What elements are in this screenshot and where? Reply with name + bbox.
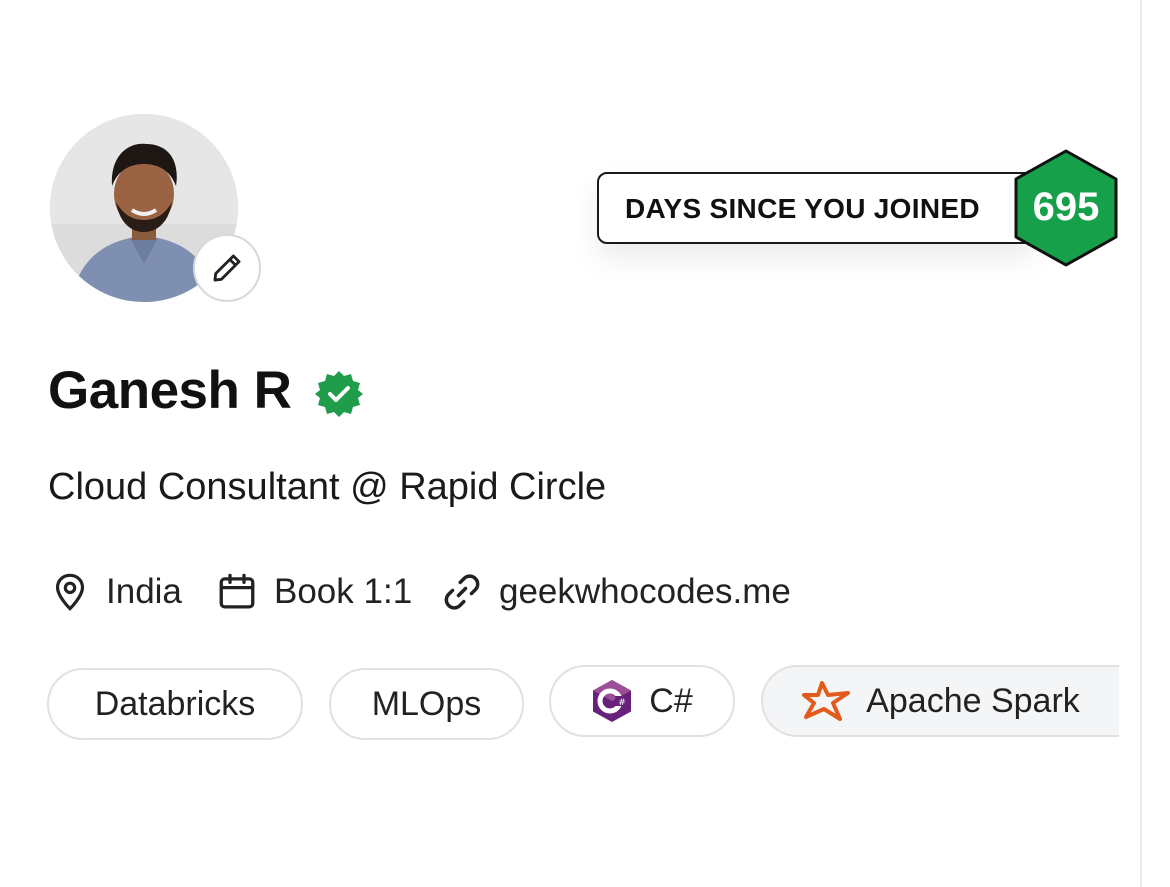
days-since-joined-label: DAYS SINCE YOU JOINED xyxy=(625,193,980,224)
profile-headline: Cloud Consultant @ Rapid Circle xyxy=(48,466,607,508)
map-pin-icon xyxy=(55,573,85,611)
skill-chip-label: Databricks xyxy=(94,684,256,723)
days-count-badge: 695 xyxy=(1012,148,1120,268)
calendar-icon xyxy=(219,573,255,609)
skill-chip-apache-spark[interactable]: Apache Spark xyxy=(761,665,1119,737)
location-item: India xyxy=(50,566,182,618)
apache-spark-icon xyxy=(802,681,851,721)
book-call-link[interactable]: Book 1:1 xyxy=(216,566,412,618)
skill-chip-label: MLOps xyxy=(371,684,482,723)
skill-chip-label: C# xyxy=(649,681,693,720)
svg-text:#: # xyxy=(618,698,626,708)
location-text: India xyxy=(106,572,182,611)
verified-badge-icon xyxy=(314,369,364,419)
link-icon xyxy=(444,574,480,610)
csharp-icon: # xyxy=(591,678,633,724)
skill-chip-label: Apache Spark xyxy=(866,681,1080,720)
website-link[interactable]: geekwhocodes.me xyxy=(441,566,791,618)
days-count-value: 695 xyxy=(1032,185,1100,229)
website-text: geekwhocodes.me xyxy=(499,572,791,611)
days-since-joined-card: DAYS SINCE YOU JOINED xyxy=(597,172,1037,244)
skill-chip-csharp[interactable]: # C# xyxy=(549,665,735,737)
profile-name: Ganesh R xyxy=(48,361,292,420)
pencil-icon xyxy=(213,254,241,282)
edit-avatar-button[interactable] xyxy=(193,234,261,302)
skill-chip-databricks[interactable]: Databricks xyxy=(47,668,303,740)
scrollbar-track[interactable] xyxy=(1140,0,1170,887)
book-call-label: Book 1:1 xyxy=(274,572,413,611)
skill-chip-mlops[interactable]: MLOps xyxy=(329,668,524,740)
